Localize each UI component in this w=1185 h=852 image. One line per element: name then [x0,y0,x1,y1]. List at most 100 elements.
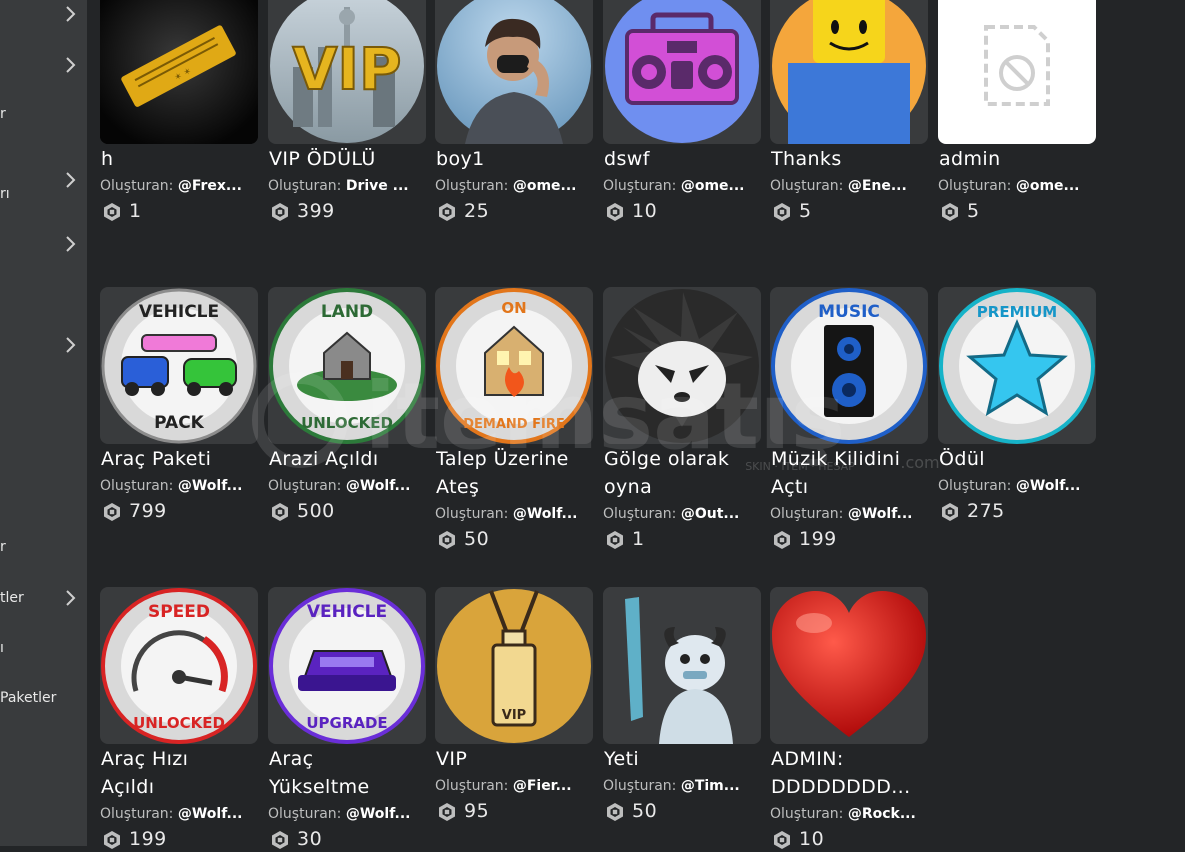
sidebar-item-10[interactable]: Paketler [0,684,87,714]
pass-name[interactable]: h [101,145,257,173]
sidebar-item-5[interactable] [0,230,87,260]
pass-name[interactable]: Araç Hızı Açıldı [101,745,257,801]
sidebar-item-7[interactable]: r [0,533,87,563]
boy-photo-icon [435,0,593,144]
premium-star-icon: PREMIUM [938,287,1096,444]
pass-creator[interactable]: Oluşturan: @Tim... [603,778,759,794]
music-speaker-icon: MUSIC [770,287,928,444]
pass-name[interactable]: Araç Paketi [101,445,257,473]
sidebar-item-label: ı [0,640,4,656]
pass-creator[interactable]: Oluşturan: @Wolf... [100,478,256,494]
smiley-avatar-icon [770,0,928,144]
pass-creator[interactable]: Oluşturan: @ome... [435,178,591,194]
robux-icon [607,803,623,821]
pass-name[interactable]: Thanks [771,145,927,173]
pass-price: 199 [772,528,922,552]
pass-name[interactable]: Ödül [939,445,1095,473]
sidebar-item-6[interactable] [0,331,87,361]
svg-text:MUSIC: MUSIC [818,302,880,322]
vehicle-pack-icon: VEHICLE PACK [100,287,258,444]
pass-name[interactable]: Yeti [604,745,760,773]
pass-creator[interactable]: Oluşturan: @Rock... [770,806,926,822]
pass-creator[interactable]: Oluşturan: @Ene... [770,178,926,194]
sidebar-item-label: tler [0,590,24,606]
svg-text:UNLOCKED: UNLOCKED [133,714,225,732]
vip-city-icon: VIP [268,0,426,144]
pass-creator[interactable]: Oluşturan: @Frex... [100,178,256,194]
on-demand-fire-icon: ON DEMAND FIRE [435,287,593,444]
pass-creator[interactable]: Oluşturan: @Wolf... [435,506,591,522]
pass-name[interactable]: ADMIN: DDDDDDDD... [771,745,927,801]
pass-price: 199 [102,828,252,852]
robux-icon [104,503,120,521]
pass-name[interactable]: Gölge olarak oyna [604,445,760,501]
pass-name[interactable]: Müzik Kilidini Açtı [771,445,927,501]
pass-price: 500 [270,500,420,524]
sidebar: r rı r tler ı Paketler [0,0,87,846]
sidebar-item-8[interactable]: tler [0,584,87,614]
svg-text:PACK: PACK [154,413,205,433]
sidebar-item-label: rı [0,186,10,202]
pass-price: 10 [772,828,922,852]
pass-creator[interactable]: Oluşturan: @Wolf... [268,806,424,822]
shadow-hedgehog-icon [603,287,761,444]
robux-icon [439,531,455,549]
pass-price: 5 [772,200,922,224]
pass-name[interactable]: Talep Üzerine Ateş [436,445,592,501]
pass-name[interactable]: boy1 [436,145,592,173]
pass-creator[interactable]: Oluşturan: @Wolf... [100,806,256,822]
svg-text:VEHICLE: VEHICLE [307,602,387,622]
sidebar-item-2[interactable] [0,51,87,81]
pass-creator[interactable]: Oluşturan: @ome... [603,178,759,194]
pass-creator[interactable]: Oluşturan: @ome... [938,178,1094,194]
pass-creator[interactable]: Oluşturan: @Wolf... [938,478,1094,494]
sidebar-item-9[interactable]: ı [0,634,87,664]
speed-unlocked-icon: SPEED UNLOCKED [100,587,258,744]
svg-text:SPEED: SPEED [148,602,210,622]
svg-text:VIP: VIP [502,708,526,723]
sidebar-item-3[interactable]: r [0,100,87,130]
robux-icon [607,203,623,221]
pass-creator[interactable]: Oluşturan: @Wolf... [770,506,926,522]
pass-creator[interactable]: Oluşturan: @Wolf... [268,478,424,494]
pass-price: 25 [437,200,587,224]
pass-creator[interactable]: Oluşturan: @Fier... [435,778,591,794]
svg-text:DEMAND FIRE: DEMAND FIRE [463,417,564,432]
pass-price: 10 [605,200,755,224]
chevron-right-icon [63,170,77,190]
pass-name[interactable]: Arazi Açıldı [269,445,425,473]
sidebar-item-4[interactable]: rı [0,166,87,202]
pass-price: 30 [270,828,420,852]
pass-price: 399 [270,200,420,224]
pass-creator[interactable]: Oluşturan: Drive ... [268,178,424,194]
yeti-icon [603,587,761,744]
pass-name[interactable]: admin [939,145,1095,173]
robux-icon [272,503,288,521]
pass-price: 95 [437,800,587,824]
pass-name[interactable]: Araç Yükseltme [269,745,425,801]
robux-icon [942,503,958,521]
pass-creator[interactable]: Oluşturan: @Out... [603,506,759,522]
robux-icon [272,831,288,849]
robux-icon [774,531,790,549]
pass-price: 50 [605,800,755,824]
pass-name[interactable]: dswf [604,145,760,173]
sidebar-item-1[interactable] [0,0,87,30]
land-unlocked-icon: LAND UNLOCKED [268,287,426,444]
robux-icon [272,203,288,221]
robux-icon [439,803,455,821]
svg-text:VIP: VIP [293,35,402,103]
pass-price: 275 [940,500,1090,524]
robux-icon [774,831,790,849]
robux-icon [104,831,120,849]
pass-name[interactable]: VIP [436,745,592,773]
chevron-right-icon [63,234,77,254]
gold-ticket-icon: ✶ ✶ [100,0,258,144]
chevron-right-icon [63,588,77,608]
svg-text:UNLOCKED: UNLOCKED [301,414,393,432]
robux-icon [942,203,958,221]
pass-name[interactable]: VIP ÖDÜLÜ [269,145,425,173]
svg-text:VEHICLE: VEHICLE [139,302,219,322]
chevron-right-icon [63,335,77,355]
red-heart-icon [770,587,928,744]
